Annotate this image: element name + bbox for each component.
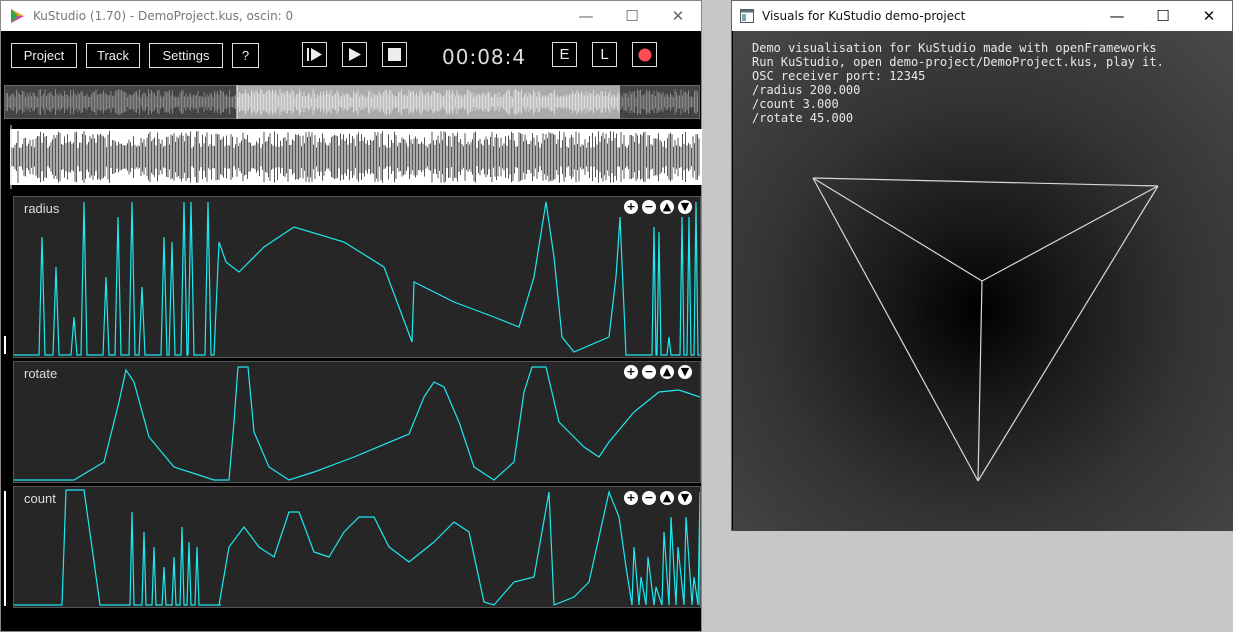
remove-key-button[interactable]: − xyxy=(642,365,656,379)
close-button[interactable]: ✕ xyxy=(1186,1,1232,31)
maximize-button[interactable]: ☐ xyxy=(1140,1,1186,31)
kustudio-titlebar[interactable]: KuStudio (1.70) - DemoProject.kus, oscin… xyxy=(1,1,701,31)
visuals-window: Visuals for KuStudio demo-project — ☐ ✕ … xyxy=(731,0,1233,531)
maximize-button[interactable]: ☐ xyxy=(609,1,655,31)
window-title: KuStudio (1.70) - DemoProject.kus, oscin… xyxy=(33,9,294,23)
radius-curve[interactable] xyxy=(14,197,700,357)
info-line: /rotate 45.000 xyxy=(752,111,854,125)
track-selection-marker xyxy=(4,336,6,354)
move-down-button[interactable]: ▼ xyxy=(678,365,692,379)
play-button[interactable] xyxy=(342,42,367,67)
play-from-start-icon xyxy=(307,48,322,61)
visuals-titlebar[interactable]: Visuals for KuStudio demo-project — ☐ ✕ xyxy=(732,1,1232,31)
rotate-curve[interactable] xyxy=(14,362,700,482)
info-line: Demo visualisation for KuStudio made wit… xyxy=(752,41,1157,55)
play-icon xyxy=(349,48,361,61)
info-line: OSC receiver port: 12345 xyxy=(752,69,926,83)
remove-key-button[interactable]: − xyxy=(642,491,656,505)
main-waveform[interactable] xyxy=(10,125,702,189)
track-selection-marker xyxy=(4,491,6,606)
record-icon xyxy=(638,48,651,61)
move-down-button[interactable]: ▼ xyxy=(678,200,692,214)
l-button[interactable]: L xyxy=(592,42,617,67)
info-line: /radius 200.000 xyxy=(752,83,861,97)
move-up-button[interactable]: ▲ xyxy=(660,200,674,214)
add-key-button[interactable]: + xyxy=(624,491,638,505)
move-up-button[interactable]: ▲ xyxy=(660,365,674,379)
minimize-button[interactable]: — xyxy=(563,1,609,31)
track-count[interactable]: count + − ▲ ▼ xyxy=(13,486,701,608)
add-key-button[interactable]: + xyxy=(624,200,638,214)
overview-waveform[interactable] xyxy=(4,85,700,119)
visuals-window-title: Visuals for KuStudio demo-project xyxy=(762,9,966,23)
info-line: /count 3.000 xyxy=(752,97,839,111)
settings-button[interactable]: Settings xyxy=(149,43,223,68)
time-display: 00:08:4 xyxy=(442,45,527,69)
minimize-button[interactable]: — xyxy=(1094,1,1140,31)
kustudio-window: KuStudio (1.70) - DemoProject.kus, oscin… xyxy=(0,0,702,632)
move-down-button[interactable]: ▼ xyxy=(678,491,692,505)
e-button[interactable]: E xyxy=(552,42,577,67)
record-button[interactable] xyxy=(632,42,657,67)
info-line: Run KuStudio, open demo-project/DemoProj… xyxy=(752,55,1164,69)
track-button[interactable]: Track xyxy=(86,43,140,68)
visuals-info-text: Demo visualisation for KuStudio made wit… xyxy=(752,41,1164,125)
stop-button[interactable] xyxy=(382,42,407,67)
help-button[interactable]: ? xyxy=(232,43,259,68)
remove-key-button[interactable]: − xyxy=(642,200,656,214)
close-button[interactable]: ✕ xyxy=(655,1,701,31)
kustudio-app-icon xyxy=(11,9,24,23)
project-button[interactable]: Project xyxy=(11,43,77,68)
track-radius[interactable]: radius + − ▲ ▼ xyxy=(13,196,701,358)
visuals-app-icon xyxy=(740,9,754,23)
move-up-button[interactable]: ▲ xyxy=(660,491,674,505)
stop-icon xyxy=(388,48,401,61)
track-rotate[interactable]: rotate + − ▲ ▼ xyxy=(13,361,701,483)
count-curve[interactable] xyxy=(14,487,700,607)
play-from-start-button[interactable] xyxy=(302,42,327,67)
add-key-button[interactable]: + xyxy=(624,365,638,379)
